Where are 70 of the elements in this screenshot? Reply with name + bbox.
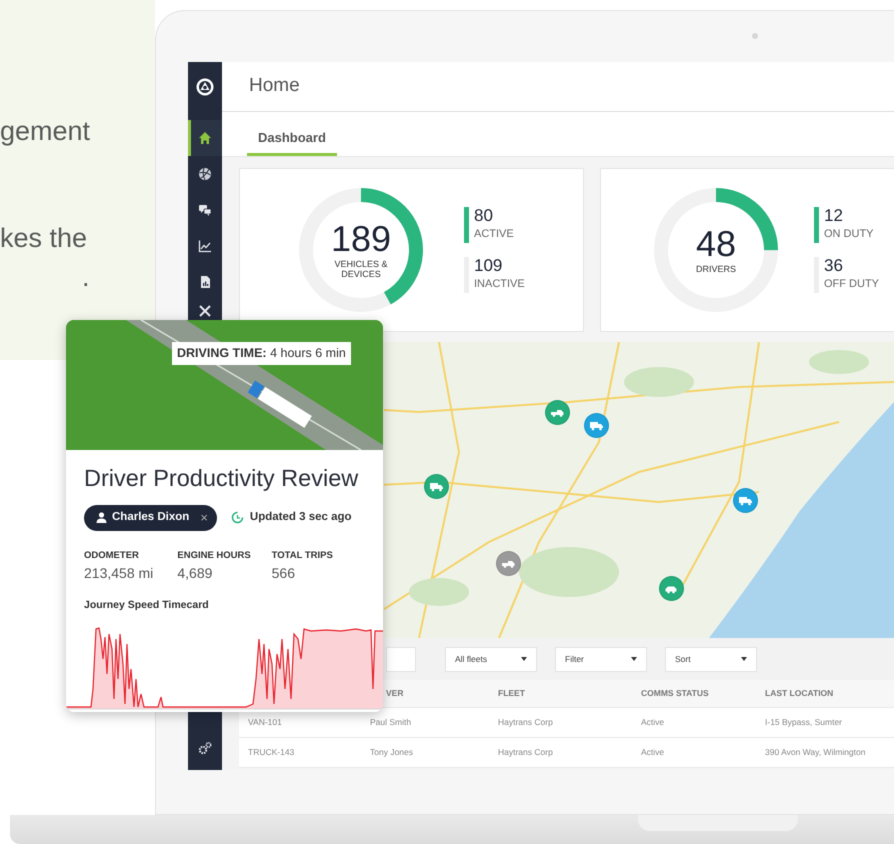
truck-icon xyxy=(738,494,753,506)
home-icon xyxy=(198,131,212,145)
legend-count: 109 xyxy=(474,257,504,276)
table-cell: Haytrans Corp xyxy=(498,717,553,728)
intro-text: kes the xyxy=(0,225,88,252)
column-header[interactable]: FLEET xyxy=(498,688,525,698)
page-title: Home xyxy=(249,74,300,98)
report-icon xyxy=(198,275,212,289)
globe-icon xyxy=(198,167,212,181)
tab[interactable]: Dashboard xyxy=(247,128,337,156)
stat-label: ENGINE HOURS xyxy=(177,548,252,563)
tooltip: DRIVING TIME: 4 hours 6 min xyxy=(172,342,351,365)
total-count: 48 xyxy=(696,226,736,262)
truck-icon xyxy=(429,480,444,492)
column-header[interactable]: VER xyxy=(386,688,404,698)
column-header[interactable]: COMMS STATUS xyxy=(641,688,709,698)
caret-icon xyxy=(741,657,747,661)
camera-dot xyxy=(752,33,758,39)
vehicle-marker[interactable] xyxy=(424,474,449,499)
total-label: DRIVERS xyxy=(694,264,737,274)
chat-icon xyxy=(198,203,212,217)
caret-icon xyxy=(521,657,527,661)
table-cell: VAN-101 xyxy=(248,717,282,728)
chart-title: Journey Speed Timecard xyxy=(84,598,210,614)
person-icon xyxy=(96,512,107,524)
stat-value: 213,458 mi xyxy=(84,564,154,584)
table-cell: TRUCK-143 xyxy=(248,747,294,758)
legend-label: ON DUTY xyxy=(824,226,874,242)
close-icon[interactable]: × xyxy=(200,508,208,528)
legend-label: OFF DUTY xyxy=(824,276,879,292)
column-header[interactable]: LAST LOCATION xyxy=(765,688,834,698)
line-chart-icon xyxy=(198,239,212,253)
dropdown[interactable]: Sort xyxy=(665,646,757,672)
clock-icon xyxy=(230,511,244,524)
legend-label: INACTIVE xyxy=(474,276,525,292)
logo-icon xyxy=(195,77,215,97)
table-cell: Tony Jones xyxy=(370,747,413,758)
stat-label: ODOMETER xyxy=(84,548,140,563)
total-count: 189 xyxy=(330,220,392,257)
stat-value: 4,689 xyxy=(177,564,214,584)
vehicle-marker[interactable] xyxy=(545,400,570,425)
vehicle-marker[interactable] xyxy=(496,551,521,576)
updated-label: Updated 3 sec ago xyxy=(250,510,352,526)
dropdown[interactable]: Filter xyxy=(555,646,647,672)
intro-text: gement xyxy=(0,118,90,145)
search-field[interactable] xyxy=(386,646,416,672)
stat-value: 566 xyxy=(272,564,296,584)
vehicle-marker[interactable] xyxy=(584,413,609,438)
table-cell: Paul Smith xyxy=(370,717,412,728)
legend-label: ACTIVE xyxy=(474,226,514,242)
vehicle-marker[interactable] xyxy=(659,576,684,601)
table-cell: Active xyxy=(641,747,664,758)
card-title: Driver Productivity Review xyxy=(84,466,360,492)
driver-chip[interactable]: Charles Dixon × xyxy=(84,504,217,531)
table-cell: Active xyxy=(641,717,664,728)
legend-count: 36 xyxy=(824,257,844,276)
gears-icon xyxy=(198,740,212,754)
caret-icon xyxy=(631,657,637,661)
stat-label: TOTAL TRIPS xyxy=(272,548,334,563)
legend-count: 80 xyxy=(474,207,494,226)
truck-icon xyxy=(589,420,604,432)
total-label: VEHICLES & DEVICES xyxy=(333,260,389,280)
dropdown[interactable]: All fleets xyxy=(445,646,537,672)
sidebar-item[interactable] xyxy=(188,120,222,156)
table-cell: I-15 Bypass, Sumter xyxy=(765,717,842,728)
table-cell: Haytrans Corp xyxy=(498,747,553,758)
legend-count: 12 xyxy=(824,207,844,226)
intro-text: . xyxy=(82,264,90,291)
table-cell: 390 Avon Way, Wilmington xyxy=(765,747,866,758)
vehicle-marker[interactable] xyxy=(733,488,758,513)
